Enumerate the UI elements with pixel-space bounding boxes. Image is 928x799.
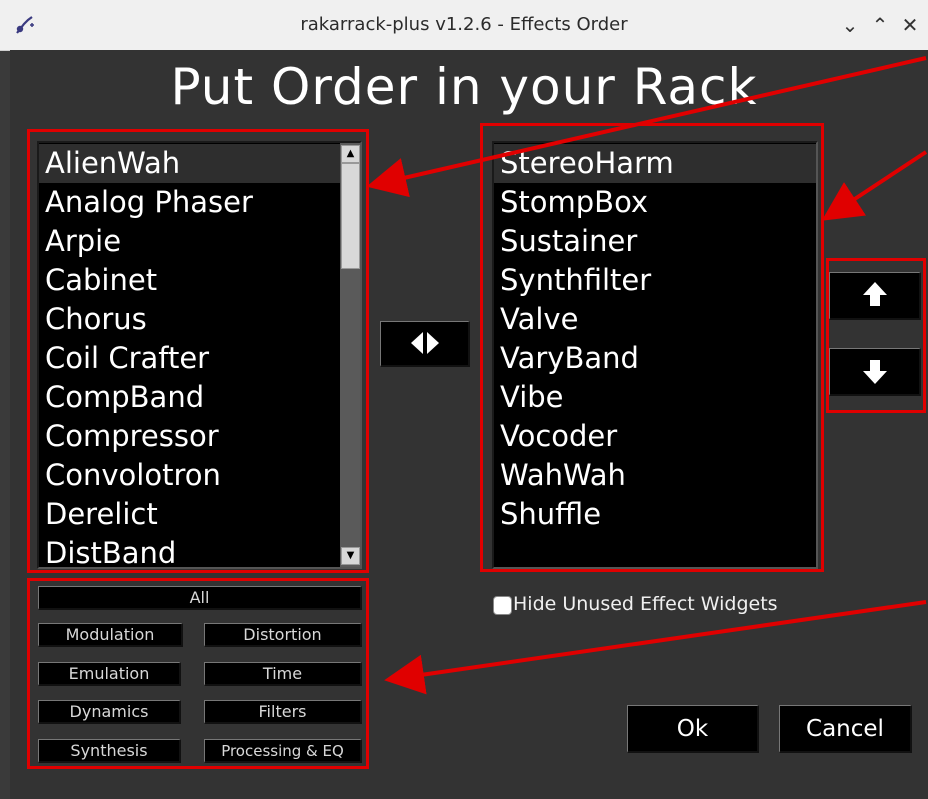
- hide-unused-widgets-label: Hide Unused Effect Widgets: [513, 593, 778, 615]
- annotation-box-move-buttons: [826, 258, 926, 413]
- ok-button[interactable]: Ok: [627, 705, 759, 753]
- title-bar: rakarrack-plus v1.2.6 - Effects Order ⌄ …: [0, 0, 928, 51]
- minimize-button[interactable]: ⌄: [838, 12, 862, 38]
- swap-button[interactable]: [380, 321, 470, 367]
- annotation-box-available-list: [27, 129, 369, 573]
- page-title: Put Order in your Rack: [170, 58, 758, 116]
- hide-unused-widgets-checkbox[interactable]: [493, 596, 512, 615]
- swap-arrows-icon: [411, 332, 439, 354]
- cancel-button[interactable]: Cancel: [779, 705, 912, 753]
- close-button[interactable]: ✕: [898, 12, 922, 38]
- window-title: rakarrack-plus v1.2.6 - Effects Order: [300, 14, 628, 35]
- maximize-button[interactable]: ⌃: [868, 12, 892, 38]
- annotation-box-rack-list: [480, 123, 824, 572]
- annotation-box-filter-buttons: [27, 578, 369, 769]
